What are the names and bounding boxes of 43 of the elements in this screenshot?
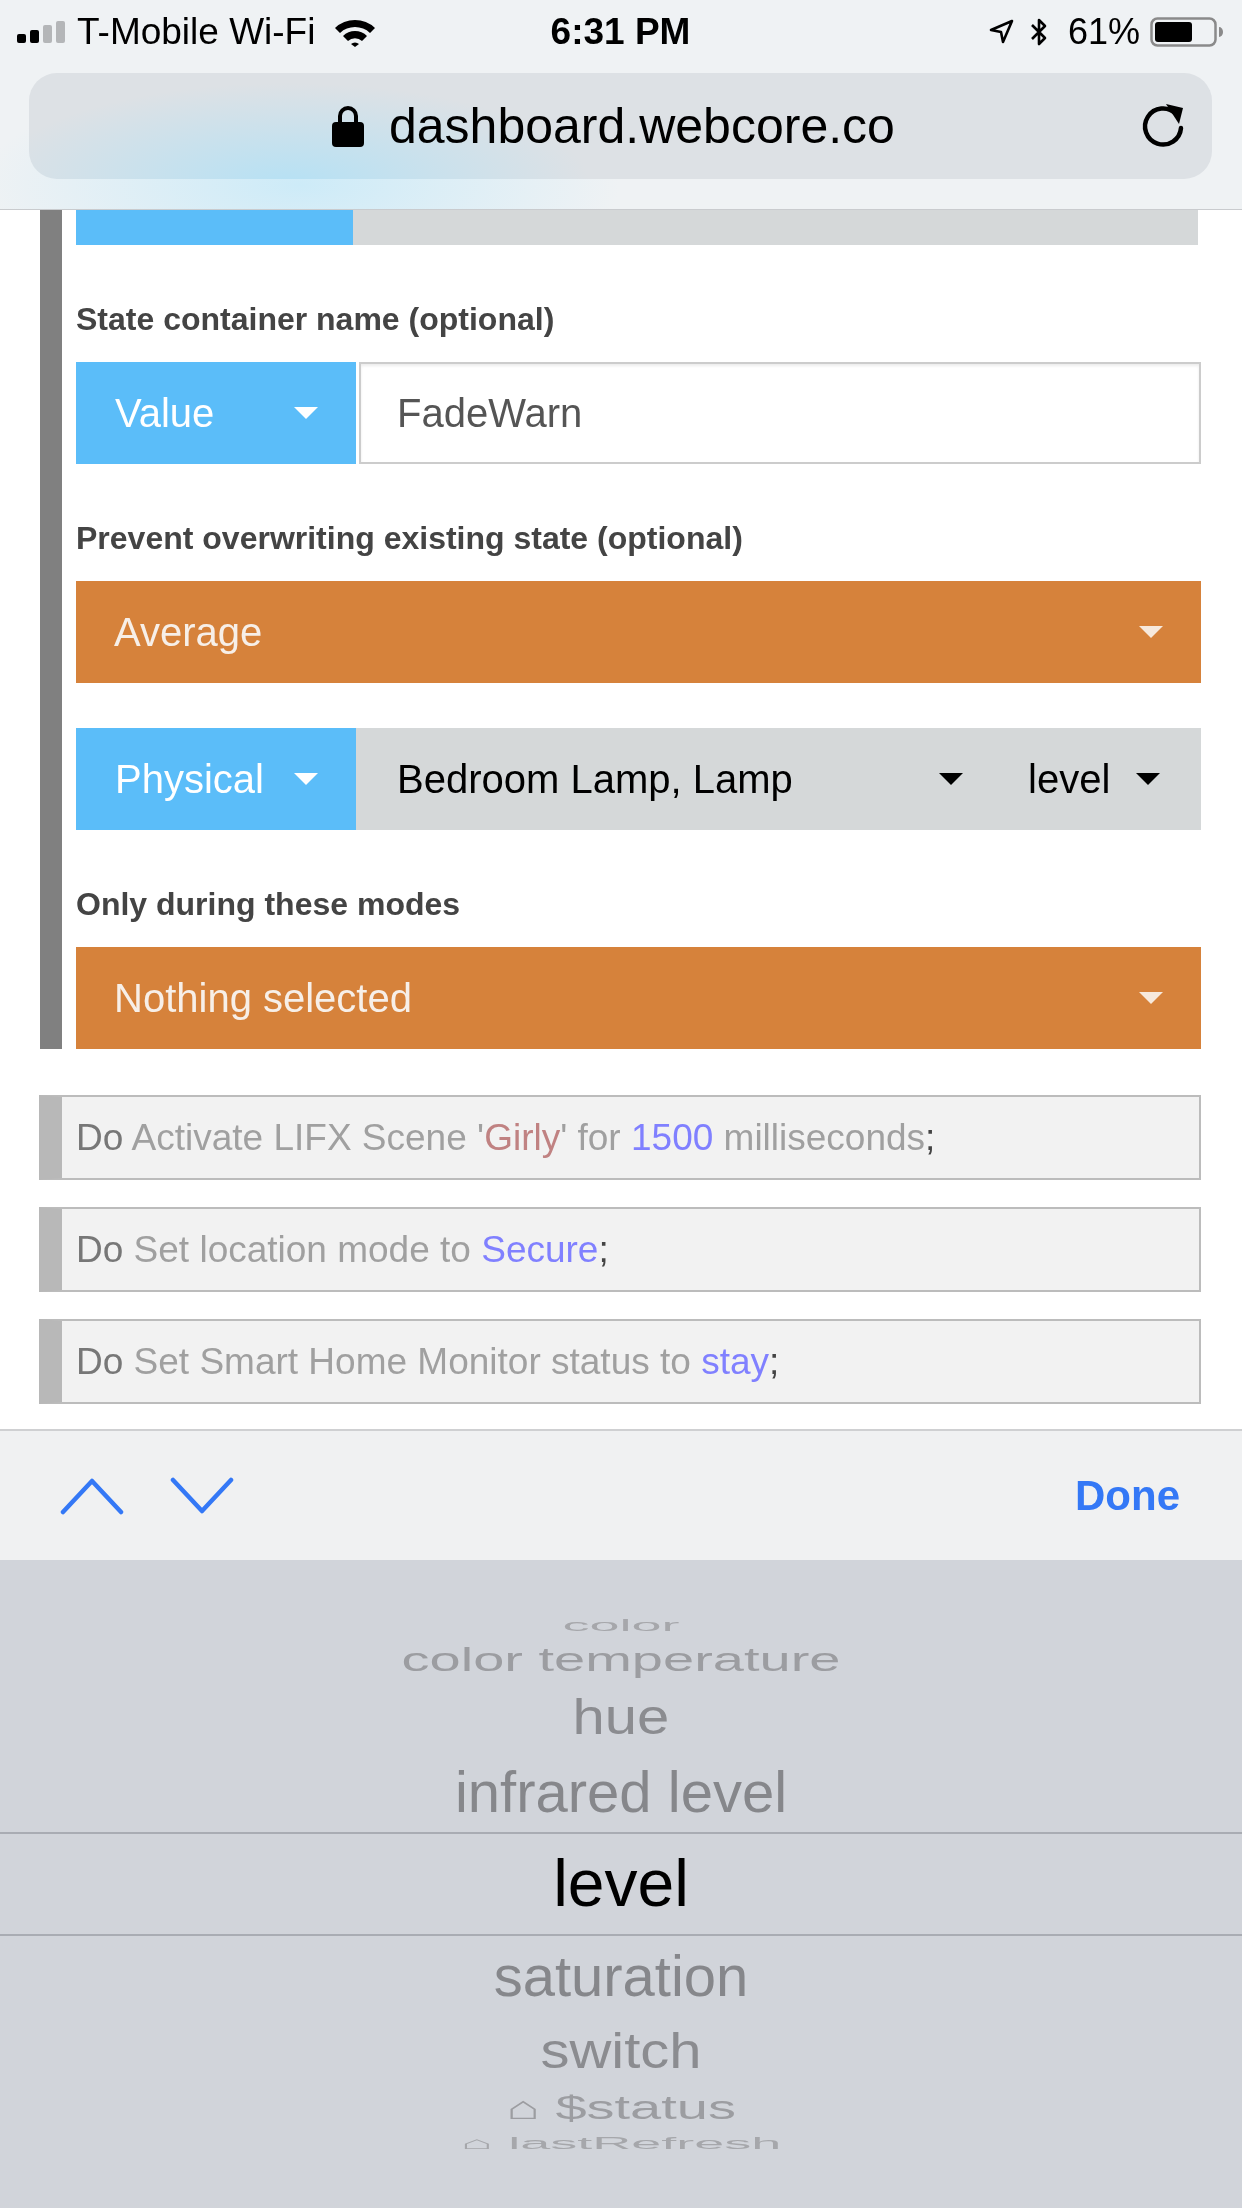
field-label: Prevent overwriting existing state (optional) xyxy=(76,519,744,558)
field-label: Only during these modes xyxy=(76,885,462,924)
caret-icon xyxy=(1139,626,1163,638)
lock-icon xyxy=(332,105,364,147)
done-button[interactable]: Done xyxy=(1075,1471,1180,1520)
signal-icon xyxy=(17,21,67,43)
location-arrow-icon xyxy=(987,19,1014,45)
attribute-dropdown[interactable]: level xyxy=(990,728,1201,830)
statement-text: Do Set Smart Home Monitor status to stay; xyxy=(76,1340,780,1383)
statement-row[interactable]: Do Set location mode to Secure; xyxy=(39,1207,1201,1292)
type-dropdown[interactable]: Physical xyxy=(76,728,356,830)
caret-icon xyxy=(294,773,318,785)
picker-option[interactable]: ⌂ $status xyxy=(506,2089,736,2127)
picker-option[interactable]: switch xyxy=(540,2023,702,2079)
caret-icon xyxy=(1139,992,1163,1004)
field-label: State container name (optional) xyxy=(76,300,556,339)
picker-option[interactable]: saturation xyxy=(493,1943,749,2009)
statement-row[interactable]: Do Activate LIFX Scene 'Girly' for 1500 milliseconds; xyxy=(39,1095,1201,1180)
select-dropdown[interactable]: Nothing selected xyxy=(76,947,1201,1049)
picker-option[interactable]: level xyxy=(553,1847,689,1921)
clock-time: 6:31 PM xyxy=(550,11,691,53)
chevron-up-icon[interactable] xyxy=(60,1476,124,1515)
statement-row[interactable]: Do Set Smart Home Monitor status to stay; xyxy=(39,1319,1201,1404)
wifi-icon xyxy=(333,17,378,47)
picker-option[interactable]: hue xyxy=(572,1689,670,1745)
caret-icon xyxy=(294,407,318,419)
type-dropdown[interactable]: Value xyxy=(76,362,356,464)
battery-icon xyxy=(1150,17,1224,47)
battery-percentage: 61% xyxy=(1067,11,1140,53)
device-dropdown[interactable]: Bedroom Lamp, Lamp xyxy=(356,728,990,830)
bluetooth-icon xyxy=(1029,17,1048,47)
select-dropdown[interactable]: Average xyxy=(76,581,1201,683)
statement-text: Do Set location mode to Secure; xyxy=(76,1228,609,1271)
picker-option[interactable]: infrared level xyxy=(454,1759,788,1825)
statement-text: Do Activate LIFX Scene 'Girly' for 1500 milliseconds; xyxy=(76,1116,936,1159)
caret-icon xyxy=(939,773,963,785)
url-text: dashboard.webcore.co xyxy=(389,97,895,155)
picker-option[interactable]: color temperature xyxy=(401,1641,841,1679)
address-bar[interactable]: dashboard.webcore.co xyxy=(29,73,1212,179)
caret-icon xyxy=(1136,773,1160,785)
value-input[interactable]: FadeWarn xyxy=(359,362,1201,464)
carrier-name: T-Mobile Wi-Fi xyxy=(77,11,316,53)
chevron-down-icon[interactable] xyxy=(170,1476,234,1515)
